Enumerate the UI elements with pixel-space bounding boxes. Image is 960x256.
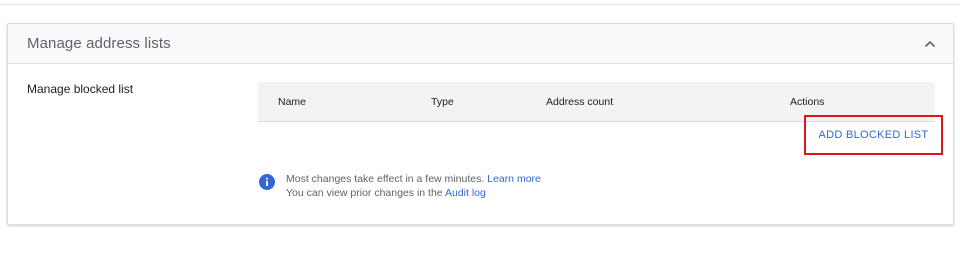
info-changes-text: Most changes take effect in a few minute…	[286, 173, 485, 185]
learn-more-link[interactable]: Learn more	[487, 173, 541, 185]
info-icon	[259, 174, 275, 190]
column-header-type[interactable]: Type	[431, 96, 454, 108]
column-header-name[interactable]: Name	[278, 96, 306, 108]
top-divider	[0, 0, 960, 5]
manage-address-lists-panel: Manage address lists Manage blocked list…	[7, 23, 954, 225]
info-prior-changes-text: You can view prior changes in the	[286, 187, 443, 199]
panel-header[interactable]: Manage address lists	[8, 24, 953, 64]
audit-log-link[interactable]: Audit log	[445, 187, 486, 199]
chevron-up-icon[interactable]	[921, 35, 939, 53]
panel-title: Manage address lists	[27, 35, 171, 52]
manage-blocked-list-label: Manage blocked list	[27, 82, 134, 96]
column-header-actions: Actions	[790, 96, 825, 108]
add-blocked-list-label: ADD BLOCKED LIST	[818, 129, 929, 141]
column-header-address-count[interactable]: Address count	[546, 96, 613, 108]
info-text-line-2: You can view prior changes in the Audit …	[286, 187, 486, 199]
add-blocked-list-button[interactable]: ADD BLOCKED LIST	[804, 115, 943, 155]
info-text-line-1: Most changes take effect in a few minute…	[286, 173, 541, 185]
